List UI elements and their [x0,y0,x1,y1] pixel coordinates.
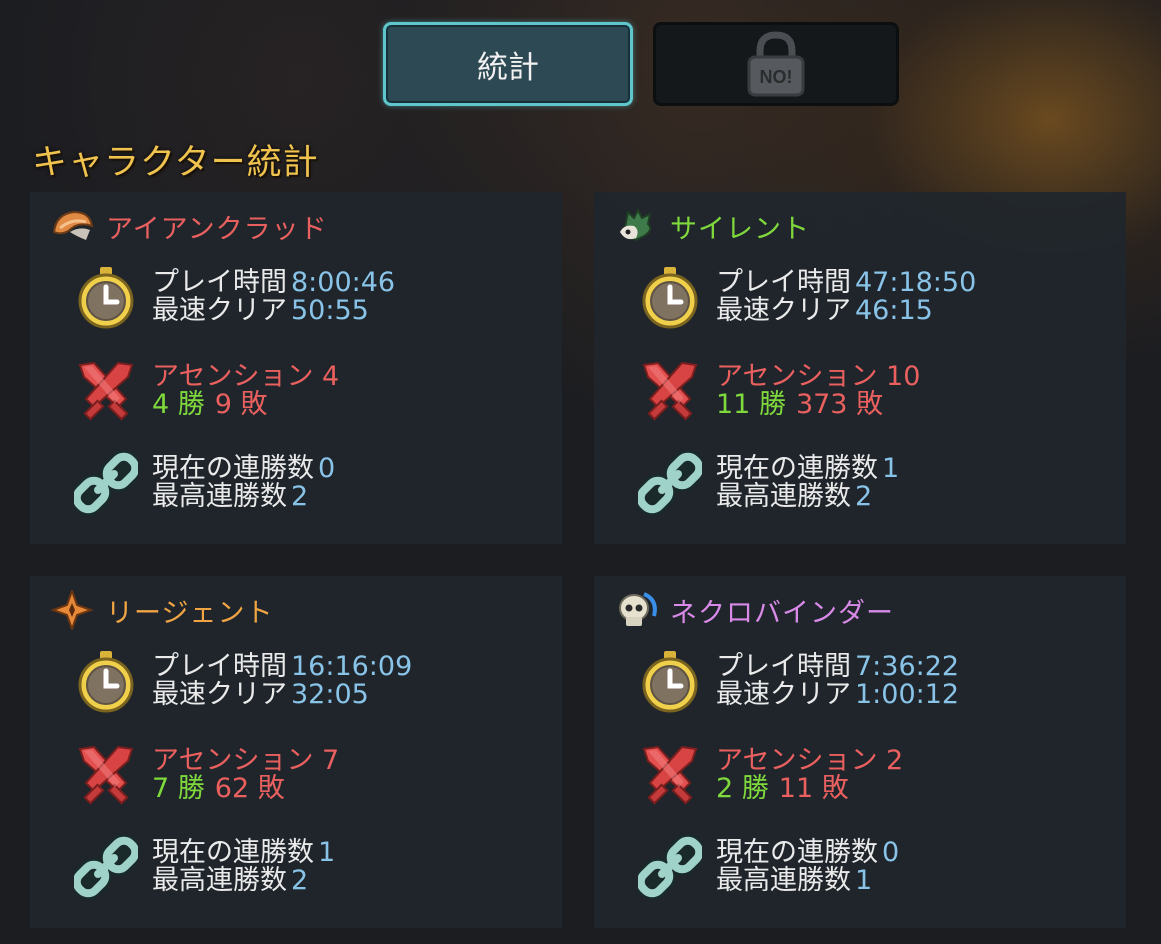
best-streak-value: 2 [291,481,309,512]
fastest-clear-value: 1:00:12 [855,679,960,710]
character-name: ネクロバインダー [670,597,894,629]
current-streak-value: 1 [882,453,900,484]
current-streak-value: 0 [882,837,900,868]
stopwatch-icon [638,264,702,330]
current-streak-label: 現在の連勝数 [152,837,314,868]
best-streak-label: 最高連勝数 [152,865,287,896]
best-streak-label: 最高連勝数 [152,481,287,512]
character-header: サイレント [614,206,810,246]
stopwatch-icon [638,648,702,714]
character-card-4: ネクロバインダー プレイ時間 7:36:22 最速クリア 1:00:12 アセン… [594,576,1126,928]
current-streak-value: 0 [318,453,336,484]
play-time-value: 7:36:22 [855,651,960,682]
character-card-3: リージェント プレイ時間 16:16:09 最速クリア 32:05 アセンション… [30,576,562,928]
locked-badge: NO! [760,67,793,87]
fastest-clear-value: 32:05 [291,679,369,710]
chain-icon [638,450,702,516]
stopwatch-icon [74,648,138,714]
play-time-label: プレイ時間 [152,267,287,298]
play-time-label: プレイ時間 [152,651,287,682]
losses-count: 373 敗 [795,389,884,420]
streak-stat: 現在の連勝数 1 最高連勝数 2 [74,834,335,900]
stopwatch-icon [74,264,138,330]
time-stat: プレイ時間 16:16:09 最速クリア 32:05 [74,648,412,714]
stats-tab-bar: 統計 NO! [383,22,899,106]
character-name: サイレント [670,213,810,245]
character-header: ネクロバインダー [614,590,894,630]
character-name: アイアンクラッド [106,213,328,245]
tab-locked[interactable]: NO! [653,22,899,106]
streak-stat: 現在の連勝数 0 最高連勝数 2 [74,450,335,516]
crossed-swords-icon [638,742,702,808]
current-streak-value: 1 [318,837,336,868]
losses-count: 11 敗 [778,773,849,804]
character-header: アイアンクラッド [50,206,328,246]
current-streak-label: 現在の連勝数 [716,837,878,868]
chain-icon [74,450,138,516]
ascension-stat: アセンション 2 2 勝 11 敗 [638,742,903,808]
losses-count: 9 敗 [214,389,268,420]
ascension-level: アセンション 10 [716,361,921,392]
best-streak-label: 最高連勝数 [716,481,851,512]
fastest-clear-label: 最速クリア [152,295,287,326]
ascension-level: アセンション 7 [152,745,340,776]
ascension-stat: アセンション 4 4 勝 9 敗 [74,358,339,424]
crossed-swords-icon [74,742,138,808]
fastest-clear-label: 最速クリア [716,679,851,710]
character-header: リージェント [50,590,273,630]
chain-icon [74,834,138,900]
fastest-clear-label: 最速クリア [152,679,287,710]
tab-stats[interactable]: 統計 [383,22,633,106]
ascension-stat: アセンション 7 7 勝 62 敗 [74,742,339,808]
ascension-level: アセンション 2 [716,745,904,776]
padlock-icon: NO! [747,31,805,97]
streak-stat: 現在の連勝数 1 最高連勝数 2 [638,450,899,516]
tab-stats-label: 統計 [477,49,539,86]
fastest-clear-value: 46:15 [855,295,933,326]
losses-count: 62 敗 [214,773,285,804]
wins-count: 7 勝 [152,773,205,804]
current-streak-label: 現在の連勝数 [152,453,314,484]
chain-icon [638,834,702,900]
regent-star-icon [50,590,94,630]
play-time-value: 47:18:50 [855,267,977,298]
current-streak-label: 現在の連勝数 [716,453,878,484]
play-time-label: プレイ時間 [716,651,851,682]
crossed-swords-icon [74,358,138,424]
time-stat: プレイ時間 8:00:46 最速クリア 50:55 [74,264,395,330]
necrobinder-skull-icon [614,590,658,630]
character-card-1: アイアンクラッド プレイ時間 8:00:46 最速クリア 50:55 アセンショ… [30,192,562,544]
ironclad-helmet-icon [50,206,94,246]
best-streak-value: 1 [855,865,873,896]
streak-stat: 現在の連勝数 0 最高連勝数 1 [638,834,899,900]
character-card-2: サイレント プレイ時間 47:18:50 最速クリア 46:15 アセンション … [594,192,1126,544]
fastest-clear-value: 50:55 [291,295,369,326]
wins-count: 11 勝 [716,389,786,420]
ascension-stat: アセンション 10 11 勝 373 敗 [638,358,920,424]
character-name: リージェント [106,597,274,629]
crossed-swords-icon [638,358,702,424]
best-streak-label: 最高連勝数 [716,865,851,896]
wins-count: 2 勝 [716,773,769,804]
wins-count: 4 勝 [152,389,205,420]
play-time-value: 16:16:09 [291,651,413,682]
play-time-value: 8:00:46 [291,267,396,298]
ascension-level: アセンション 4 [152,361,340,392]
silent-skull-icon [614,206,658,246]
section-title: キャラクター統計 [32,143,319,183]
best-streak-value: 2 [291,865,309,896]
fastest-clear-label: 最速クリア [716,295,851,326]
play-time-label: プレイ時間 [716,267,851,298]
time-stat: プレイ時間 7:36:22 最速クリア 1:00:12 [638,648,959,714]
best-streak-value: 2 [855,481,873,512]
time-stat: プレイ時間 47:18:50 最速クリア 46:15 [638,264,976,330]
